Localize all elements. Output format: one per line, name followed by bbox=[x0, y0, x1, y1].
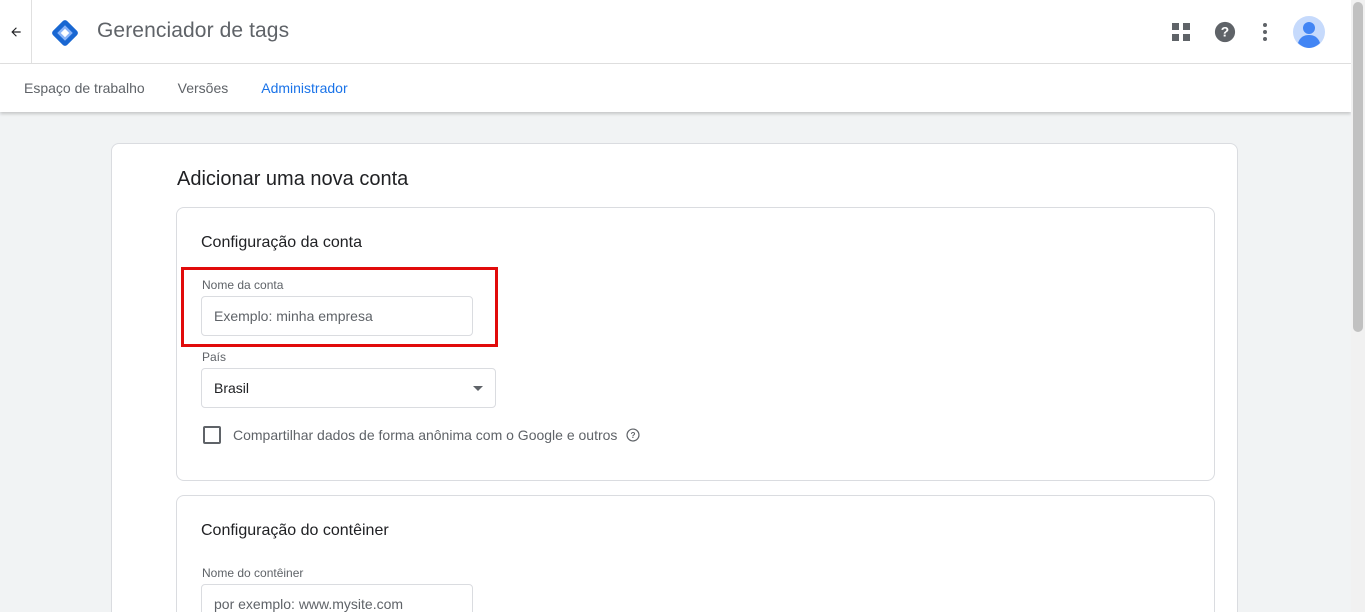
container-settings-panel: Configuração do contêiner Nome do contêi… bbox=[176, 495, 1215, 612]
dropdown-arrow-icon bbox=[473, 386, 483, 391]
country-label: País bbox=[202, 350, 227, 364]
apps-icon[interactable] bbox=[1165, 16, 1197, 48]
container-name-label: Nome do contêiner bbox=[202, 566, 304, 580]
account-settings-panel: Configuração da conta Nome da conta País… bbox=[176, 207, 1215, 481]
more-vert-icon[interactable] bbox=[1249, 16, 1281, 48]
container-name-input[interactable] bbox=[201, 584, 473, 612]
share-data-checkbox[interactable] bbox=[203, 426, 221, 444]
svg-text:?: ? bbox=[1221, 25, 1229, 40]
tab-versions[interactable]: Versões bbox=[178, 80, 229, 96]
svg-text:?: ? bbox=[631, 430, 636, 440]
back-button[interactable] bbox=[0, 0, 32, 64]
help-outline-icon[interactable]: ? bbox=[625, 427, 641, 443]
country-selected-value: Brasil bbox=[214, 380, 250, 396]
share-data-label[interactable]: Compartilhar dados de forma anônima com … bbox=[233, 427, 617, 443]
app-header: Gerenciador de tags ? bbox=[0, 0, 1351, 64]
scrollbar-thumb[interactable] bbox=[1353, 2, 1363, 332]
arrow-back-icon bbox=[10, 27, 21, 37]
tab-admin[interactable]: Administrador bbox=[261, 80, 347, 96]
app-title: Gerenciador de tags bbox=[97, 19, 290, 42]
share-data-row: Compartilhar dados de forma anônima com … bbox=[203, 426, 641, 444]
page-title: Adicionar uma nova conta bbox=[177, 168, 409, 190]
container-settings-title: Configuração do contêiner bbox=[201, 522, 389, 539]
nav-bar: Espaço de trabalho Versões Administrador bbox=[0, 64, 1351, 112]
account-settings-title: Configuração da conta bbox=[201, 234, 362, 251]
page-scrollbar[interactable] bbox=[1351, 0, 1365, 612]
account-name-label: Nome da conta bbox=[202, 278, 284, 292]
tag-manager-logo[interactable] bbox=[48, 16, 82, 50]
account-name-input[interactable] bbox=[201, 296, 473, 336]
tab-workspace[interactable]: Espaço de trabalho bbox=[24, 80, 145, 96]
add-account-card: Adicionar uma nova conta Configuração da… bbox=[111, 143, 1238, 612]
country-select[interactable]: Brasil bbox=[201, 368, 496, 408]
help-icon[interactable]: ? bbox=[1209, 16, 1241, 48]
account-avatar[interactable] bbox=[1293, 16, 1325, 48]
